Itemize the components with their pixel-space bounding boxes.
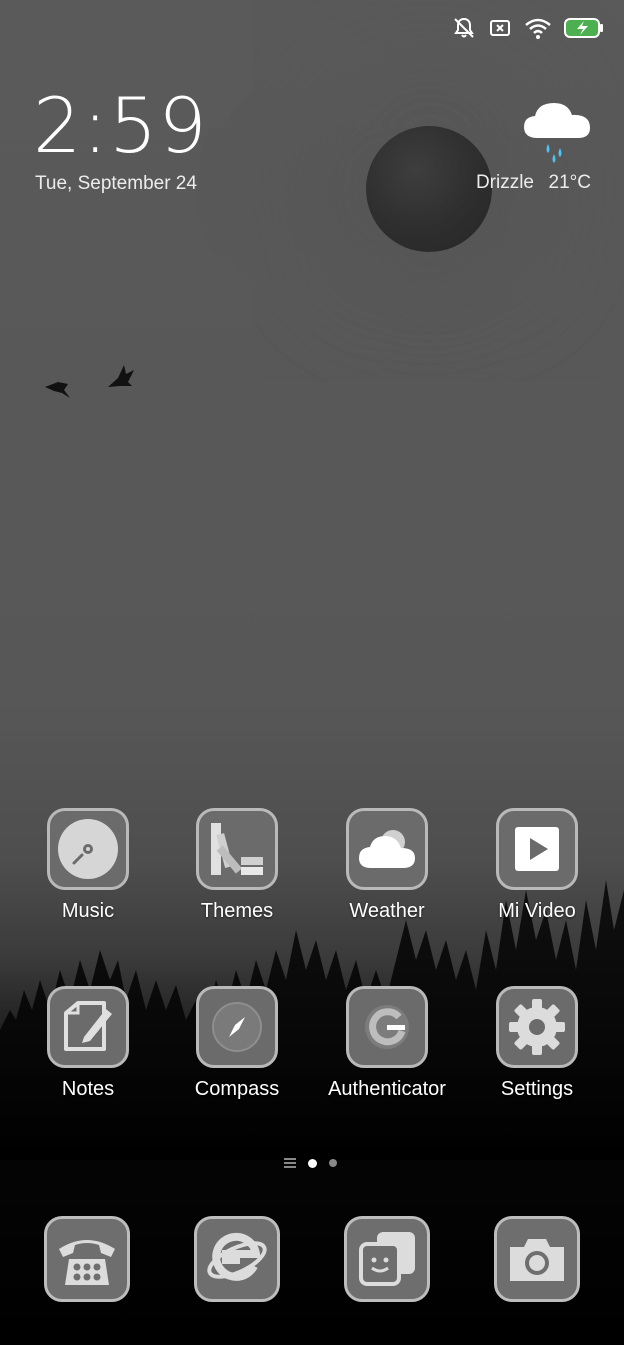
wallpaper-birds (45, 365, 134, 398)
messages-icon (359, 1232, 415, 1286)
dock-browser[interactable] (194, 1216, 280, 1302)
google-g-icon[interactable] (346, 986, 428, 1068)
clock-date[interactable]: Tue, September 24 (35, 173, 197, 195)
app-label: Settings (500, 1078, 574, 1100)
browser-icon (207, 1232, 267, 1281)
app-label: Notes (61, 1078, 115, 1100)
clock-time[interactable]: 2:59 (33, 88, 208, 164)
app-music[interactable]: Music (13, 808, 163, 923)
app-label: Weather (349, 900, 425, 922)
app-label: Themes (200, 900, 274, 922)
weather-condition[interactable]: Drizzle (476, 172, 534, 194)
gear-icon[interactable] (496, 986, 578, 1068)
compass-icon[interactable] (196, 986, 278, 1068)
status-bar (452, 14, 604, 42)
camera-icon (510, 1239, 564, 1281)
no-sim-icon (490, 20, 510, 36)
app-authenticator[interactable]: Authenticator (312, 986, 462, 1101)
app-notes[interactable]: Notes (13, 986, 163, 1101)
mute-vibrate-icon (454, 17, 474, 38)
cloud-rain-icon[interactable] (520, 98, 594, 164)
page-dot-active[interactable] (308, 1158, 317, 1168)
music-disc-icon[interactable] (47, 808, 129, 890)
notes-pencil-icon[interactable] (47, 986, 129, 1068)
weather-temperature[interactable]: 21°C (549, 172, 591, 194)
page-dot[interactable] (329, 1159, 337, 1167)
page-list-icon[interactable] (284, 1158, 296, 1168)
app-mi-video[interactable]: Mi Video (462, 808, 612, 923)
app-settings[interactable]: Settings (462, 986, 612, 1101)
app-label: Music (61, 900, 115, 922)
weather-cloud-icon[interactable] (346, 808, 428, 890)
app-label: Authenticator (328, 1078, 446, 1100)
page-indicator[interactable] (284, 1158, 337, 1168)
dock-phone[interactable] (44, 1216, 130, 1302)
home-screen: 2:59 Tue, September 24 Drizzle 21°C Musi… (0, 0, 624, 1345)
dock-messages[interactable] (344, 1216, 430, 1302)
battery-charging-icon (564, 18, 603, 38)
wifi-icon (525, 18, 551, 39)
app-label: Mi Video (498, 900, 576, 922)
wallpaper-moon (366, 126, 492, 252)
app-compass[interactable]: Compass (162, 986, 312, 1101)
app-label: Compass (194, 1078, 280, 1100)
play-video-icon[interactable] (496, 808, 578, 890)
app-themes[interactable]: Themes (162, 808, 312, 923)
app-weather[interactable]: Weather (312, 808, 462, 923)
dock-camera[interactable] (494, 1216, 580, 1302)
color-palette-icon[interactable] (196, 808, 278, 890)
phone-icon (59, 1240, 115, 1285)
